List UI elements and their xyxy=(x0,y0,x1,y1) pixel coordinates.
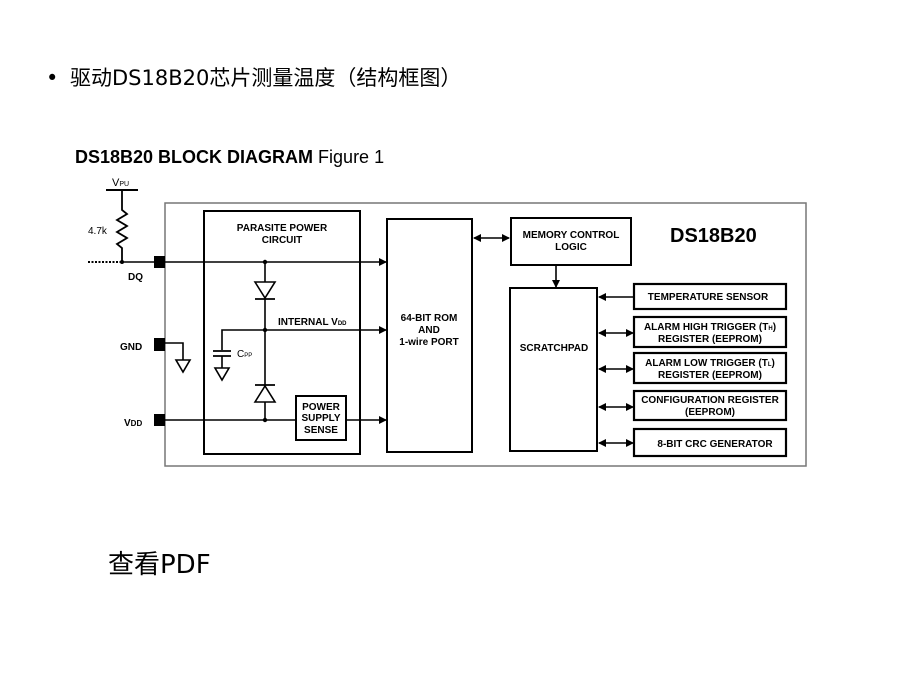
vdd-pin xyxy=(154,414,165,426)
alarm-low-label-2: REGISTER (EEPROM) xyxy=(658,370,762,381)
chip-name: DS18B20 xyxy=(670,225,757,247)
view-pdf-link[interactable]: 查看PDF xyxy=(108,544,211,581)
resistor-icon xyxy=(115,190,129,262)
rom-label-3: 1-wire PORT xyxy=(399,337,458,348)
scratchpad-label: SCRATCHPAD xyxy=(520,343,589,354)
resistor-label: 4.7k xyxy=(88,226,108,237)
power-sense-label-2: SUPPLY xyxy=(301,413,340,424)
parasite-label-2: CIRCUIT xyxy=(262,235,303,246)
diode-icon xyxy=(253,384,277,403)
dq-pin xyxy=(154,256,165,268)
ground-icon xyxy=(213,367,231,382)
vdd-label: VDD xyxy=(124,418,142,429)
diagram-title: DS18B20 BLOCK DIAGRAM Figure 1 xyxy=(75,147,384,167)
cpp-label: CPP xyxy=(237,349,252,360)
gnd-label: GND xyxy=(120,342,142,353)
config-label-2: (EEPROM) xyxy=(685,407,735,418)
internal-vdd-line xyxy=(221,326,387,350)
diode-icon xyxy=(253,281,277,300)
rom-label-1: 64-BIT ROM xyxy=(401,313,458,324)
power-sense-label-1: POWER xyxy=(302,402,341,413)
config-label-1: CONFIGURATION REGISTER xyxy=(641,395,779,406)
rom-label-2: AND xyxy=(418,325,440,336)
crc-label: 8-BIT CRC GENERATOR xyxy=(657,439,773,450)
parasite-label-1: PARASITE POWER xyxy=(237,223,328,234)
ground-icon xyxy=(174,359,192,374)
vpu-label: VPU xyxy=(112,177,129,189)
gnd-pin xyxy=(154,338,165,351)
memory-control-label-2: LOGIC xyxy=(555,242,587,253)
block-diagram: DS18B20 BLOCK DIAGRAM Figure 1 DS18B20 VP… xyxy=(75,147,807,467)
dq-label: DQ xyxy=(128,272,143,283)
alarm-high-label-1: ALARM HIGH TRIGGER (TH) xyxy=(644,322,776,333)
scratchpad-box xyxy=(509,287,598,452)
alarm-high-label-2: REGISTER (EEPROM) xyxy=(658,334,762,345)
alarm-low-label-1: ALARM LOW TRIGGER (TL) xyxy=(645,358,775,369)
temperature-sensor-label: TEMPERATURE SENSOR xyxy=(648,292,769,303)
power-sense-label-3: SENSE xyxy=(304,425,338,436)
memory-control-label-1: MEMORY CONTROL xyxy=(523,230,620,241)
internal-vdd-label: INTERNAL VDD xyxy=(278,317,347,328)
